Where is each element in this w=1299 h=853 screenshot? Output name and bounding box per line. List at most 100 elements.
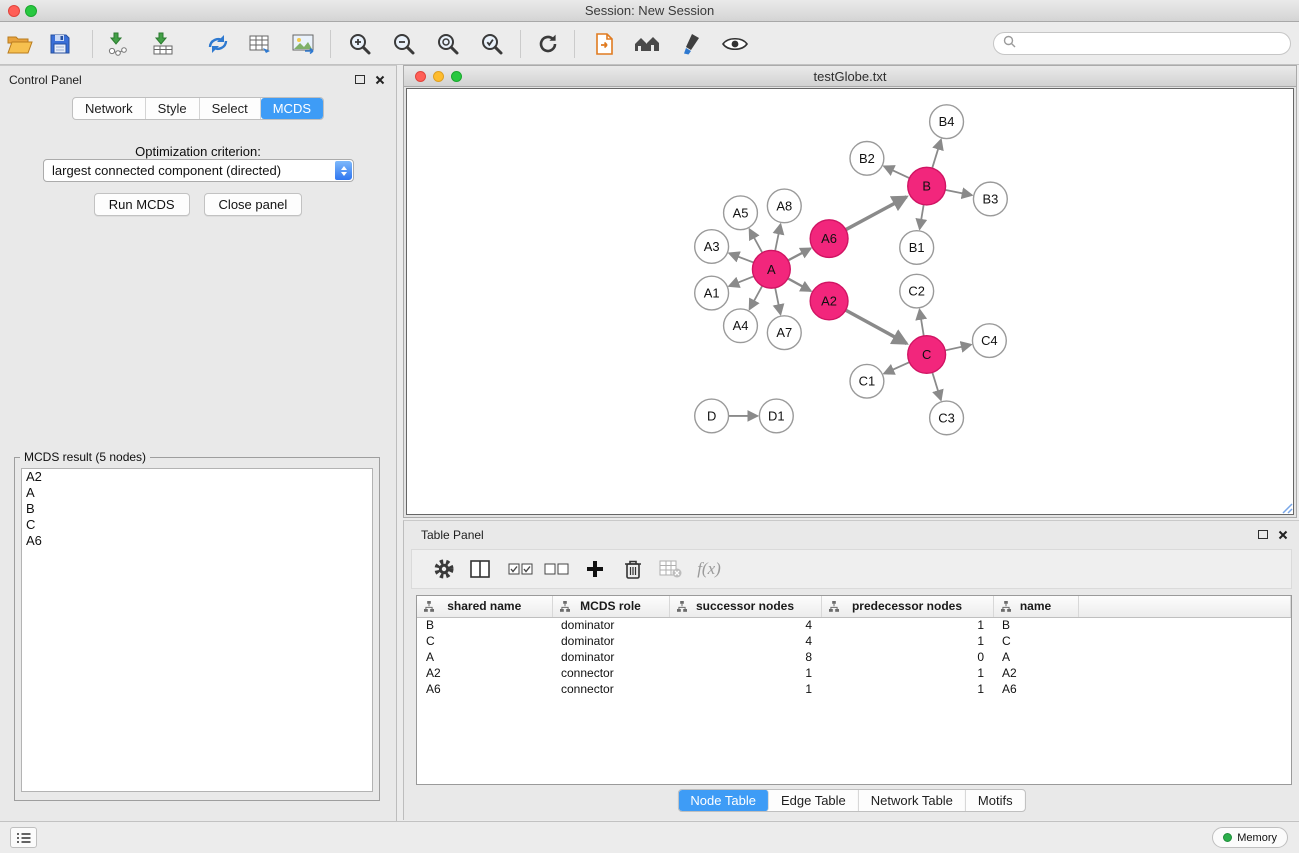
column-header-successor_nodes[interactable]: successor nodes	[669, 596, 821, 617]
cell-name[interactable]: A2	[993, 665, 1078, 681]
import-network-icon[interactable]	[102, 28, 134, 60]
graph-edge-A-A6[interactable]	[788, 248, 811, 260]
export-image-icon[interactable]	[287, 28, 319, 60]
column-header-mcds_role[interactable]: MCDS role	[552, 596, 669, 617]
mcds-result-list[interactable]: A2ABCA6	[21, 468, 373, 792]
refresh-icon[interactable]	[532, 28, 564, 60]
cell-shared_name[interactable]: C	[417, 633, 552, 649]
graph-edge-C-C4[interactable]	[945, 345, 971, 351]
graph-edge-A-A8[interactable]	[775, 224, 780, 251]
tab-edge-table[interactable]: Edge Table	[769, 790, 859, 811]
eye-icon[interactable]	[719, 28, 751, 60]
mcds-result-item[interactable]: C	[22, 517, 372, 533]
graph-edge-B-B4[interactable]	[932, 140, 941, 168]
table-row[interactable]: A2connector11A2	[417, 665, 1291, 681]
column-header-name[interactable]: name	[993, 596, 1078, 617]
table-row[interactable]: A6connector11A6	[417, 681, 1291, 697]
cell-name[interactable]: C	[993, 633, 1078, 649]
cell-predecessor_nodes[interactable]: 0	[821, 649, 993, 665]
tab-style[interactable]: Style	[146, 98, 200, 119]
zoom-in-icon[interactable]	[344, 28, 376, 60]
graph-edge-A-A1[interactable]	[729, 276, 754, 286]
zoom-window-button[interactable]	[25, 5, 37, 17]
run-mcds-button[interactable]: Run MCDS	[94, 193, 190, 216]
cell-successor_nodes[interactable]: 4	[669, 633, 821, 649]
cell-successor_nodes[interactable]: 1	[669, 665, 821, 681]
cell-shared_name[interactable]: A6	[417, 681, 552, 697]
graph-edge-A-A7[interactable]	[775, 288, 780, 315]
zoom-fit-icon[interactable]	[432, 28, 464, 60]
cell-successor_nodes[interactable]: 4	[669, 617, 821, 633]
cell-successor_nodes[interactable]: 1	[669, 681, 821, 697]
save-session-icon[interactable]	[44, 28, 76, 60]
mcds-result-item[interactable]: A2	[22, 469, 372, 485]
graph-edge-C-C2[interactable]	[920, 310, 924, 336]
tab-network[interactable]: Network	[73, 98, 146, 119]
cell-name[interactable]: A6	[993, 681, 1078, 697]
home-icon[interactable]	[631, 28, 663, 60]
graph-edge-A-A5[interactable]	[750, 229, 763, 252]
mcds-result-item[interactable]: A	[22, 485, 372, 501]
mcds-result-item[interactable]: B	[22, 501, 372, 517]
cell-shared_name[interactable]: B	[417, 617, 552, 633]
zoom-selected-icon[interactable]	[476, 28, 508, 60]
cell-predecessor_nodes[interactable]: 1	[821, 681, 993, 697]
document-report-icon[interactable]	[589, 28, 621, 60]
cell-mcds_role[interactable]: dominator	[552, 617, 669, 633]
new-network-icon[interactable]	[202, 28, 234, 60]
cell-mcds_role[interactable]: connector	[552, 665, 669, 681]
cell-mcds_role[interactable]: connector	[552, 681, 669, 697]
cell-predecessor_nodes[interactable]: 1	[821, 617, 993, 633]
graph-edge-A-A2[interactable]	[788, 278, 811, 291]
select-columns-icon[interactable]	[465, 554, 495, 584]
optimization-criterion-dropdown[interactable]: largest connected component (directed)	[43, 159, 354, 182]
delete-column-icon[interactable]	[618, 554, 648, 584]
tab-mcds[interactable]: MCDS	[261, 98, 323, 119]
import-table-icon[interactable]	[147, 28, 179, 60]
tab-network-table[interactable]: Network Table	[859, 790, 966, 811]
table-row[interactable]: Bdominator41B	[417, 617, 1291, 633]
cell-mcds_role[interactable]: dominator	[552, 649, 669, 665]
close-panel-button[interactable]: Close panel	[204, 193, 303, 216]
network-zoom-button[interactable]	[451, 71, 462, 82]
cell-name[interactable]: A	[993, 649, 1078, 665]
cell-shared_name[interactable]: A2	[417, 665, 552, 681]
graph-edge-A-A3[interactable]	[729, 253, 753, 262]
resize-grip-icon[interactable]	[1278, 499, 1293, 514]
select-all-rows-icon[interactable]	[505, 554, 535, 584]
zoom-out-icon[interactable]	[388, 28, 420, 60]
column-header-shared_name[interactable]: shared name	[417, 596, 552, 617]
cell-mcds_role[interactable]: dominator	[552, 633, 669, 649]
column-header-predecessor_nodes[interactable]: predecessor nodes	[821, 596, 993, 617]
node-table[interactable]: shared nameMCDS rolesuccessor nodesprede…	[416, 595, 1292, 785]
mcds-result-item[interactable]: A6	[22, 533, 372, 549]
table-row[interactable]: Adominator80A	[417, 649, 1291, 665]
network-minimize-button[interactable]	[433, 71, 444, 82]
network-canvas[interactable]: B4B2BB3A5A8A6A3B1AC2A1A2A4A7C4CC1C3DD1	[406, 88, 1294, 515]
new-table-icon[interactable]	[244, 28, 276, 60]
table-settings-gear-icon[interactable]	[429, 554, 459, 584]
memory-button[interactable]: Memory	[1212, 827, 1288, 848]
cell-predecessor_nodes[interactable]: 1	[821, 633, 993, 649]
deselect-all-rows-icon[interactable]	[541, 554, 571, 584]
graph-edge-C-C3[interactable]	[932, 372, 941, 400]
add-column-icon[interactable]	[580, 554, 610, 584]
graph-edge-B-B1[interactable]	[920, 205, 924, 229]
cell-name[interactable]: B	[993, 617, 1078, 633]
graph-edge-C-C1[interactable]	[884, 362, 909, 373]
tab-select[interactable]: Select	[200, 98, 261, 119]
tab-node-table[interactable]: Node Table	[678, 790, 769, 811]
cell-successor_nodes[interactable]: 8	[669, 649, 821, 665]
network-close-button[interactable]	[415, 71, 426, 82]
float-table-panel-icon[interactable]	[1258, 530, 1268, 539]
close-window-button[interactable]	[8, 5, 20, 17]
tab-motifs[interactable]: Motifs	[966, 790, 1025, 811]
cell-shared_name[interactable]: A	[417, 649, 552, 665]
open-session-icon[interactable]	[4, 28, 36, 60]
table-row[interactable]: Cdominator41C	[417, 633, 1291, 649]
network-window-titlebar[interactable]: testGlobe.txt	[404, 66, 1296, 87]
graph-edge-A2-C[interactable]	[846, 310, 907, 343]
graph-edge-A-A4[interactable]	[750, 286, 763, 309]
float-panel-icon[interactable]	[355, 75, 365, 84]
cell-predecessor_nodes[interactable]: 1	[821, 665, 993, 681]
